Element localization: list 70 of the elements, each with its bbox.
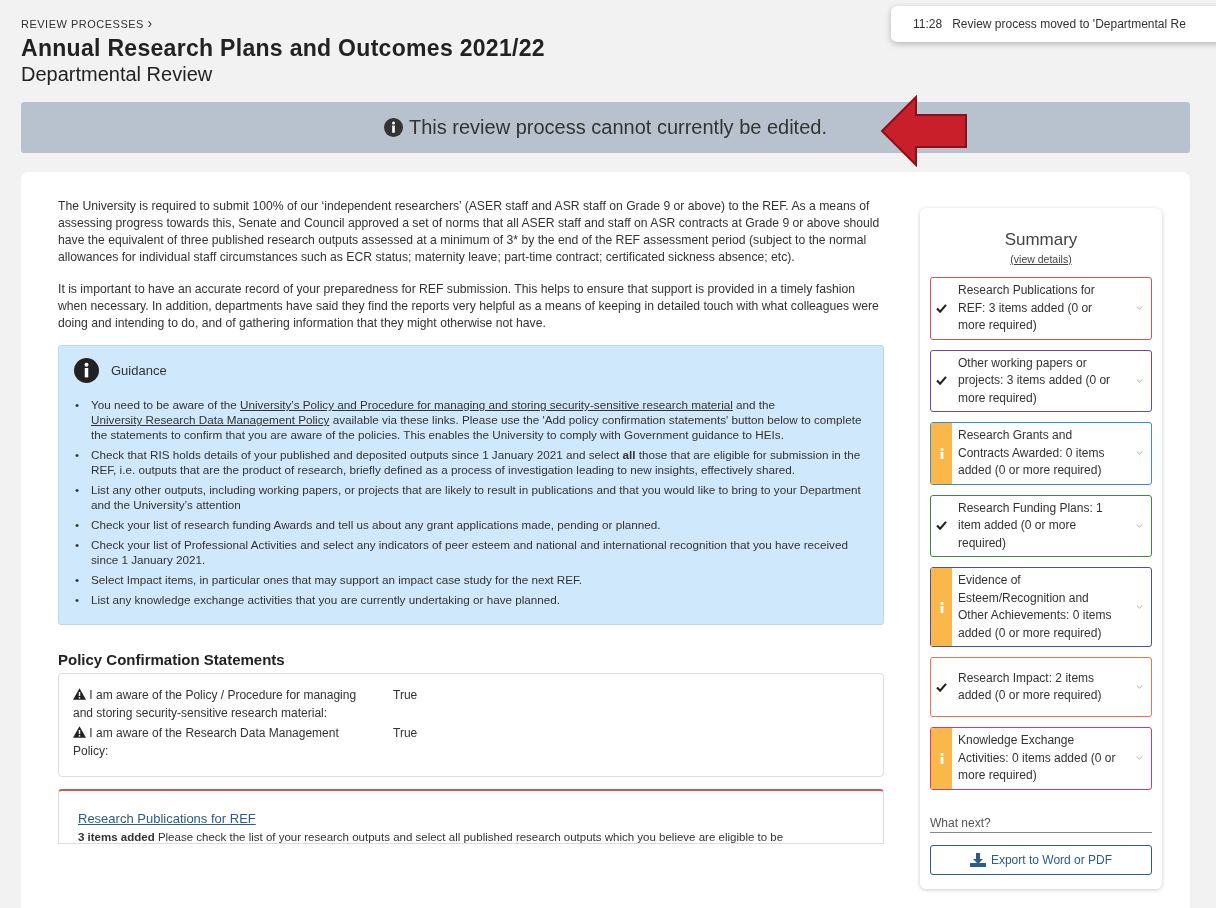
banner-message: This review process cannot currently be edited. xyxy=(409,116,827,139)
what-next-label: What next? xyxy=(930,815,1152,833)
chevron-down-icon xyxy=(1136,451,1143,456)
guidance-item: List any other outputs, including working papers, or projects that are likely to result in publications and that you would like to bring to your Department and the University’s attention xyxy=(91,482,862,512)
toast-message: Review process moved to 'Departmental Re xyxy=(952,17,1186,31)
statement-value: True xyxy=(392,725,418,742)
summary-item[interactable]: Research Funding Plans: 1 item added (0 or more required) xyxy=(930,494,1152,557)
bullet: • xyxy=(74,447,81,463)
breadcrumb-separator: › xyxy=(147,15,153,31)
page-subtitle: Departmental Review xyxy=(21,63,214,86)
summary-item[interactable]: Research Impact: 2 items added (0 or more required) xyxy=(930,657,1152,717)
policy-link[interactable]: University’s Policy and Procedure for managing and storing security-sensitive research material xyxy=(240,398,733,411)
policy-link[interactable]: University Research Data Management Policy xyxy=(91,413,330,426)
bullet: • xyxy=(74,397,81,413)
section-title-link[interactable]: Research Publications for REF xyxy=(78,811,256,826)
section-description: 3 items added Please check the list of your research outputs and select all published research outputs which you believe are eligible to be xyxy=(78,831,785,843)
statement-value: True xyxy=(392,687,418,704)
chevron-down-icon xyxy=(1136,306,1143,311)
guidance-item: Check that RIS holds details of your published and deposited outputs since 1 January 2021 and select all those that are eligible for submission in the REF, i.e. outputs that are the product of research, briefly defined as a process of investigation leading to new insights, effectively shared. xyxy=(91,447,862,477)
guidance-item: Check your list of Professional Activities and select any indicators of peer esteem and national and international recognition that you have received since 1 January 2021. xyxy=(91,537,849,567)
summary-item[interactable]: Evidence of Esteem/Recognition and Other Achievements: 0 items added (0 or more required) xyxy=(930,567,1152,647)
bullet: • xyxy=(74,572,81,587)
summary-item[interactable]: Research Grants and Contracts Awarded: 0 items added (0 or more required) xyxy=(930,422,1152,485)
breadcrumb-link[interactable]: REVIEW PROCESSES xyxy=(21,18,144,30)
summary-item-text: Research Funding Plans: 1 item added (0 or more required) xyxy=(957,499,1104,552)
warning-icon xyxy=(73,726,86,738)
bullet: • xyxy=(74,482,81,498)
info-icon xyxy=(939,601,944,613)
summary-title: Summary xyxy=(1003,230,1079,250)
bullet: • xyxy=(74,537,81,553)
guidance-item: List any knowledge exchange activities that you are currently undertaking or have planned. xyxy=(91,592,561,607)
chevron-down-icon xyxy=(1136,685,1143,689)
check-icon xyxy=(936,303,947,313)
check-icon xyxy=(936,376,947,386)
warning-icon xyxy=(73,688,86,700)
bullet: • xyxy=(74,592,81,607)
info-icon xyxy=(939,447,944,459)
summary-item[interactable]: Other working papers or projects: 3 items added (0 or more required) xyxy=(930,349,1152,412)
summary-item-text: Knowledge Exchange Activities: 0 items added (0 or more required) xyxy=(957,732,1117,784)
toast-time: 11:28 xyxy=(913,17,943,31)
chevron-down-icon xyxy=(1136,523,1143,528)
section-heading: Policy Confirmation Statements xyxy=(58,651,286,668)
chevron-down-icon xyxy=(1136,756,1143,761)
summary-item-text: Other working papers or projects: 3 items added (0 or more required) xyxy=(957,354,1112,407)
check-icon xyxy=(936,682,947,692)
summary-item-text: Evidence of Esteem/Recognition and Other Achievements: 0 items added (0 or more required) xyxy=(957,572,1113,642)
info-icon xyxy=(384,118,403,137)
summary-item-text: Research Publications for REF: 3 items added (0 or more required) xyxy=(957,282,1096,334)
guidance-item: Select Impact items, in particular ones that may support an impact case study for the next REF. xyxy=(91,572,583,587)
export-button[interactable]: Export to Word or PDF xyxy=(930,844,1152,875)
guidance-item: Check your list of research funding Awards and tell us about any grant applications made, pending or planned. xyxy=(91,517,661,532)
view-details-link[interactable]: (view details) xyxy=(1010,253,1072,265)
summary-item[interactable]: Knowledge Exchange Activities: 0 items added (0 or more required) xyxy=(930,727,1152,790)
check-icon xyxy=(936,521,947,531)
guidance-title: Guidance xyxy=(111,363,167,378)
statement-label: I am aware of the Research Data Management Policy: xyxy=(73,725,340,760)
chevron-down-icon xyxy=(1136,378,1143,383)
summary-item-text: Research Impact: 2 items added (0 or more required) xyxy=(957,669,1103,704)
info-icon xyxy=(74,358,99,383)
statement-label: I am aware of the Policy / Procedure for managing and storing security-sensitive research material: xyxy=(73,687,358,722)
summary-item[interactable]: Research Publications for REF: 3 items added (0 or more required) xyxy=(930,277,1152,340)
summary-item-text: Research Grants and Contracts Awarded: 0 items added (0 or more required) xyxy=(957,427,1106,479)
info-icon xyxy=(939,752,944,764)
bullet: • xyxy=(74,517,81,532)
download-icon xyxy=(969,852,986,867)
page-title: Annual Research Plans and Outcomes 2021/22 xyxy=(21,35,546,62)
guidance-item: You need to be aware of the University’s Policy and Procedure for managing and storing security-sensitive research material and the University Research Data Management Policy available via these links. Please use the 'Add policy confirmation statements' button below to complete the statements to confirm that you are aware of the policies. This enables the University to comply with Government guidance to HEIs. xyxy=(91,397,863,442)
chevron-down-icon xyxy=(1136,605,1143,609)
intro-paragraph: The University is required to submit 100% of our ‘independent researchers’ (ASER staff and ASR staff on Grade 9 or above) to the REF. As a means of assessing progress towards this, Senate and Council approved a set of norms that all ASER staff and staff on ASR contracts at Grade 9 or above should have the equivalent of three published research outputs assessed at a minimum of 3* by the end of the REF assessment period (subject to the normal allowances for individual staff circumstances such as ECR status; maternity leave; part-time contract; certificated sickness absence; etc). xyxy=(58,198,881,266)
intro-paragraph: It is important to have an accurate record of your preparedness for REF submission. This helps to ensure that support is provided in a timely fashion when necessary. In addition, departments have said they find the reports very helpful as a means of keeping in detailed touch with what colleagues were doing and intending to do, and of gathering information that they might otherwise not have. xyxy=(58,281,880,332)
